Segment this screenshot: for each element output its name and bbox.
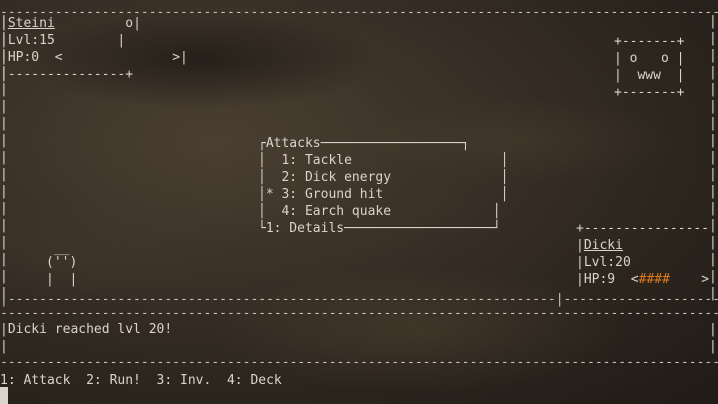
enemy-hp-label: HP:9 <	[583, 272, 639, 287]
details-option[interactable]: 1: Details	[266, 221, 344, 236]
enemy-level: Lvl:20	[583, 255, 631, 270]
attack-item-3-selected[interactable]: * 3: Ground hit	[266, 187, 383, 202]
message-bottom-border: ----------------------------------------…	[0, 355, 718, 370]
right-border: | | | | | | | | | | | | | | | | |	[709, 14, 717, 301]
enemy-hp-bar: ####	[638, 272, 670, 287]
attack-item-1[interactable]: 1: Tackle	[266, 153, 351, 168]
message-text: Dicki reached lvl 20!	[7, 322, 173, 337]
player-name: Steini	[7, 16, 55, 31]
enemy-mouth: | www |	[614, 68, 685, 83]
attack-item-2[interactable]: 2: Dick energy	[266, 170, 391, 185]
player-box-bottom: |---------------+	[0, 67, 134, 82]
player-hp: HP:0 < >	[7, 50, 181, 65]
terminal-cursor	[0, 387, 8, 404]
message-box: |Dicki reached lvl 20!	[0, 322, 173, 337]
player-level: Lvl:15	[7, 33, 55, 48]
enemy-eyes: | o o |	[614, 51, 685, 66]
attacks-menu-title: Attacks	[265, 136, 321, 151]
command-bar[interactable]: 1: Attack 2: Run! 3: Inv. 4: Deck	[0, 372, 282, 389]
attack-item-4[interactable]: 4: Earch quake	[266, 204, 391, 219]
message-top-border: ----------------------------------------…	[0, 306, 718, 321]
enemy-name: Dicki	[583, 238, 623, 253]
